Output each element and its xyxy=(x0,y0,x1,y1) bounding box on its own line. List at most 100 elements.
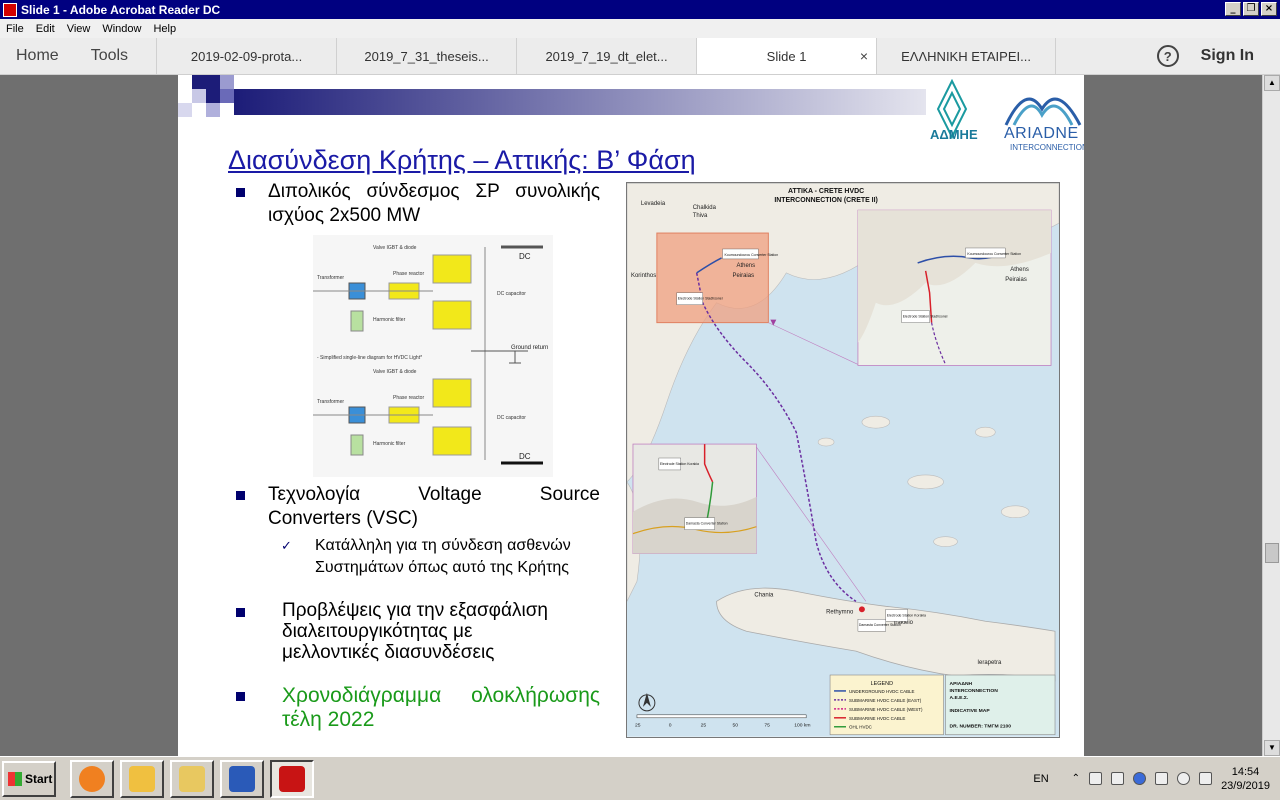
bullet-item: Τεχνολογία Voltage Source Converters (VS… xyxy=(236,483,600,531)
hvdc-single-line-diagram: DC Valve IGBT & diode Transformer Phase … xyxy=(313,235,553,477)
bluetooth-icon[interactable] xyxy=(1133,772,1147,785)
taskbar-app-explorer[interactable] xyxy=(170,759,214,798)
menu-edit[interactable]: Edit xyxy=(30,23,61,35)
system-tray: EN ⌃ 14:54 23/9/2019 xyxy=(1033,765,1280,793)
clock-date: 23/9/2019 xyxy=(1221,779,1270,792)
diagram-ground-return-label: Ground return xyxy=(511,345,548,351)
info-line: INDICATIVE MAP xyxy=(950,708,991,714)
doc-tab[interactable]: ΕΛΛΗΝΙΚΗ ΕΤΑΙΡΕΙ... xyxy=(876,38,1057,74)
ariadne-logo-subtext: INTERCONNECTION xyxy=(1010,143,1084,152)
taskbar: Start EN ⌃ 14:54 23/9/2019 xyxy=(0,756,1280,800)
clock[interactable]: 14:54 23/9/2019 xyxy=(1221,765,1270,793)
scroll-down-icon[interactable]: ▼ xyxy=(1264,740,1280,756)
sign-in-button[interactable]: Sign In xyxy=(1201,47,1254,65)
scale-label: 25 xyxy=(701,723,707,729)
security-icon[interactable] xyxy=(1177,772,1191,785)
scale-label: 100 km xyxy=(794,723,810,729)
diagram-harmonic-filter-label-2: Harmonic filter xyxy=(373,441,406,447)
doc-tab-label: 2019_7_19_dt_elet... xyxy=(545,48,668,64)
diagram-phase-reactor-label-2: Phase reactor xyxy=(393,395,424,401)
doc-tab-active[interactable]: Slide 1 × xyxy=(696,38,877,74)
start-button[interactable]: Start xyxy=(2,760,56,797)
minimize-button[interactable]: _ xyxy=(1225,2,1241,16)
inset-station-damasta: Damasta Converter Station xyxy=(686,522,728,526)
sub-bullet-text: Συστημάτων όπως αυτό της Κρήτης xyxy=(315,559,570,576)
signal-icon[interactable] xyxy=(1199,772,1213,785)
close-tab-icon[interactable]: × xyxy=(860,48,868,64)
doc-tab-label: Slide 1 xyxy=(766,48,807,64)
diagram-harmonic-filter-label: Harmonic filter xyxy=(373,317,406,323)
bullet-text: Προβλέψεις για την εξασφάλιση xyxy=(282,600,548,621)
menu-file[interactable]: File xyxy=(0,23,30,35)
diagram-dc-capacitor-label: DC capacitor xyxy=(497,291,526,297)
windows-flag-icon xyxy=(8,771,22,786)
place-ierapetra: Ierapetra xyxy=(977,660,1002,666)
taskbar-app-outlook[interactable] xyxy=(120,759,164,798)
restore-button[interactable]: ❐ xyxy=(1243,2,1259,16)
diagram-valve-label: Valve IGBT & diode xyxy=(373,245,417,251)
sub-bullet-text: Κατάλληλη για τη σύνδεση ασθενών xyxy=(315,537,571,554)
doc-tab-label: ΕΛΛΗΝΙΚΗ ΕΤΑΙΡΕΙ... xyxy=(901,48,1031,64)
inset-place-athens: Athens xyxy=(1010,267,1029,273)
tray-expand-icon[interactable]: ⌃ xyxy=(1072,773,1080,784)
doc-tab-label: 2019-02-09-prota... xyxy=(190,48,303,64)
taskbar-app-acrobat[interactable] xyxy=(270,759,314,798)
legend-title: LEGEND xyxy=(871,681,894,687)
volume-muted-icon[interactable] xyxy=(1111,772,1125,785)
vertical-scrollbar[interactable]: ▲ ▼ xyxy=(1262,75,1280,756)
language-indicator[interactable]: EN xyxy=(1033,773,1048,785)
legend-label: OHL HVDC xyxy=(849,725,873,730)
info-line: INTERCONNECTION xyxy=(950,688,999,694)
start-label: Start xyxy=(25,771,53,786)
doc-tab[interactable]: 2019_7_19_dt_elet... xyxy=(516,38,696,74)
ariadne-logo-text: ARIADNE xyxy=(1004,125,1079,142)
network-icon[interactable] xyxy=(1089,772,1103,785)
menu-window[interactable]: Window xyxy=(96,23,147,35)
doc-tab[interactable]: 2019-02-09-prota... xyxy=(156,38,336,74)
media-player-icon xyxy=(79,765,105,792)
taskbar-app-media-player[interactable] xyxy=(70,759,114,798)
menu-view[interactable]: View xyxy=(61,23,97,35)
info-line: DR. NUMBER: ΤΜΓΜ 2100 xyxy=(950,724,1012,730)
menu-help[interactable]: Help xyxy=(147,23,182,35)
scale-label: 25 xyxy=(635,723,641,729)
scale-label: 50 xyxy=(733,723,739,729)
inset-place-peiraias: Peiraias xyxy=(1005,277,1027,283)
bullet-text: Τεχνολογία Voltage Source xyxy=(268,484,600,505)
diagram-dc-label-2: DC xyxy=(519,452,531,461)
scale-label: 75 xyxy=(764,723,770,729)
legend-label: SUBMARINE HVDC CABLE xyxy=(849,716,905,721)
scale-label: 0 xyxy=(669,723,672,729)
diagram-caption: - Simplified single-line diagram for HVD… xyxy=(317,355,422,361)
info-line: Α.Ε.Ε.Σ. xyxy=(950,695,969,701)
inset-station-elektrodio: Electrode Station Stadhsonel xyxy=(903,315,948,319)
scroll-thumb[interactable] xyxy=(1265,543,1279,563)
map-title-line2: INTERCONNECTION (CRETE II) xyxy=(774,197,878,204)
admie-logo-text: ΑΔΜΗΕ xyxy=(930,127,978,142)
bullet-item: Χρονοδιάγραμμα ολοκλήρωσης τέλη 2022 xyxy=(236,684,600,732)
place-peiraias: Peiraias xyxy=(733,273,755,279)
slide-title: Διασύνδεση Κρήτης – Αττικής: Β’ Φάση xyxy=(228,145,696,175)
taskbar-app-word[interactable] xyxy=(220,759,264,798)
close-window-button[interactable]: × xyxy=(1261,2,1277,16)
station-pachia: Electrode Station Korakia xyxy=(887,613,926,617)
bullet-item: Προβλέψεις για την εξασφάλιση διαλειτουρ… xyxy=(236,600,548,663)
scroll-up-icon[interactable]: ▲ xyxy=(1264,75,1280,91)
battery-icon[interactable] xyxy=(1155,772,1169,785)
diagram-phase-reactor-label: Phase reactor xyxy=(393,271,424,277)
sub-bullet-item: ✓ Κατάλληλη για τη σύνδεση ασθενών Συστη… xyxy=(281,535,571,579)
tab-home[interactable]: Home xyxy=(0,38,75,74)
bullet-item: Διπολικός σύνδεσμος ΣΡ συνολικής ισχύος … xyxy=(236,180,600,228)
place-levadeia: Levadeia xyxy=(641,201,666,207)
outlook-icon xyxy=(129,765,155,792)
bullet-square xyxy=(236,188,245,197)
menu-bar: File Edit View Window Help xyxy=(0,19,1280,38)
diagram-dc-capacitor-label-2: DC capacitor xyxy=(497,415,526,421)
help-icon[interactable]: ? xyxy=(1156,45,1179,67)
diagram-transformer-label: Transformer xyxy=(317,275,344,281)
doc-tab[interactable]: 2019_7_31_theseis... xyxy=(336,38,516,74)
title-bar: Slide 1 - Adobe Acrobat Reader DC _ ❐ × xyxy=(0,0,1280,19)
tab-tools[interactable]: Tools xyxy=(75,38,144,74)
bullet-text: ισχύος 2x500 MW xyxy=(268,205,421,226)
inset-station-pachia: Electrode Station Korakia xyxy=(660,462,699,466)
